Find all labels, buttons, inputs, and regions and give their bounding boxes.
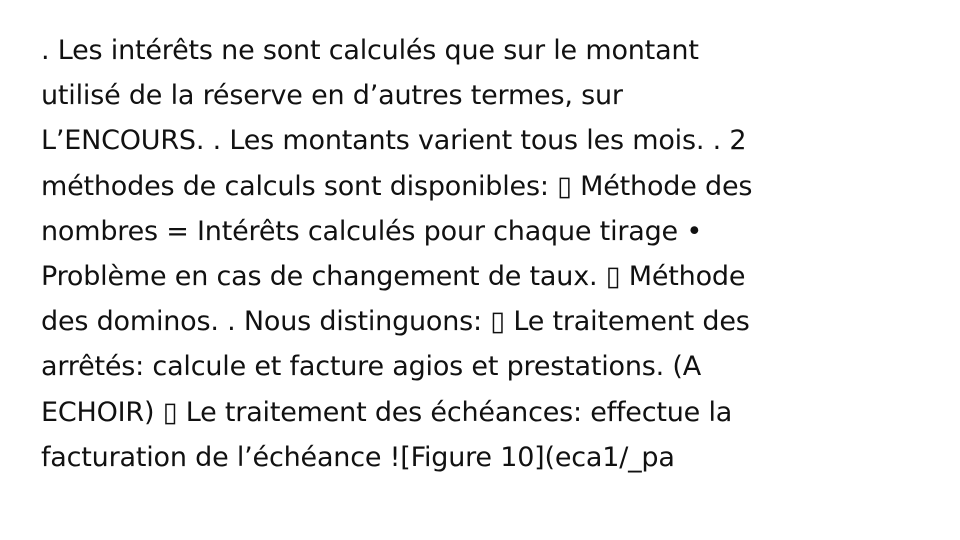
text-line: . Les intérêts ne sont calculés que sur … — [41, 35, 699, 66]
text-line: nombres = Intérêts calculés pour chaque … — [41, 215, 703, 247]
text-line: facturation de l’échéance ![Figure 10](e… — [41, 441, 675, 473]
text-line: méthodes de calculs sont disponibles: ▯ … — [41, 170, 753, 202]
text-line: Problème en cas de changement de taux. ▯… — [41, 261, 746, 293]
text-line: ECHOIR) ▯ Le traitement des échéances: e… — [41, 396, 733, 428]
text-line: des dominos. . Nous distinguons: ▯ Le tr… — [41, 306, 750, 338]
text-line: utilisé de la réserve en d’autres termes… — [41, 80, 623, 112]
text-line: L’ENCOURS. . Les montants varient tous l… — [41, 125, 747, 157]
slide: . Les intérêts ne sont calculés que sur … — [0, 0, 960, 540]
slide-body-text: . Les intérêts ne sont calculés que sur … — [41, 28, 921, 480]
text-line: arrêtés: calcule et facture agios et pre… — [41, 351, 701, 383]
